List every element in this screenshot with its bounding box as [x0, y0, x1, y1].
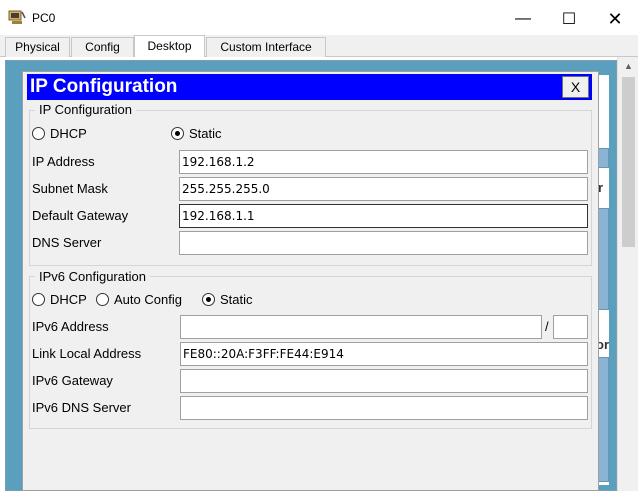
- ipv6-address-field[interactable]: [180, 315, 542, 339]
- default-gateway-field[interactable]: 192.168.1.1: [179, 204, 588, 228]
- tab-custom-interface[interactable]: Custom Interface: [206, 37, 326, 57]
- close-icon: ✕: [607, 8, 623, 29]
- scroll-thumb[interactable]: [622, 77, 635, 247]
- tab-desktop[interactable]: Desktop: [134, 35, 205, 58]
- subnet-mask-label: Subnet Mask: [32, 181, 108, 196]
- ipv6-prefix-field[interactable]: [553, 315, 588, 339]
- radio-checked-icon: [202, 293, 215, 306]
- radio-label: Auto Config: [114, 292, 182, 307]
- radio-label: DHCP: [50, 292, 87, 307]
- pc-app-icon: [8, 10, 26, 24]
- ipv4-static-radio[interactable]: Static: [171, 126, 222, 141]
- minimize-icon: —: [515, 10, 531, 27]
- dialog-title: IP Configuration: [30, 76, 178, 97]
- vertical-scrollbar[interactable]: ▲: [617, 57, 638, 491]
- radio-label: Static: [189, 126, 222, 141]
- ip-address-label: IP Address: [32, 154, 95, 169]
- ipv4-dhcp-radio[interactable]: DHCP: [32, 126, 87, 141]
- ip-address-field[interactable]: 192.168.1.2: [179, 150, 588, 174]
- scroll-up-arrow-icon[interactable]: ▲: [618, 57, 638, 75]
- radio-label: Static: [220, 292, 253, 307]
- radio-unchecked-icon: [32, 293, 45, 306]
- ipv6-dns-server-field[interactable]: [180, 396, 588, 420]
- ipv6-dns-server-label: IPv6 DNS Server: [32, 400, 131, 415]
- maximize-button[interactable]: ☐: [546, 5, 592, 33]
- link-local-address-field[interactable]: FE80::20A:F3FF:FE44:E914: [180, 342, 588, 366]
- ipv6-gateway-label: IPv6 Gateway: [32, 373, 113, 388]
- maximize-icon: ☐: [561, 11, 577, 28]
- ipv6-auto-config-radio[interactable]: Auto Config: [96, 292, 182, 307]
- minimize-button[interactable]: —: [500, 5, 546, 33]
- radio-unchecked-icon: [96, 293, 109, 306]
- subnet-mask-field[interactable]: 255.255.255.0: [179, 177, 588, 201]
- radio-unchecked-icon: [32, 127, 45, 140]
- ipv6-group-legend: IPv6 Configuration: [35, 269, 150, 284]
- ipv6-gateway-field[interactable]: [180, 369, 588, 393]
- radio-checked-icon: [171, 127, 184, 140]
- tab-physical[interactable]: Physical: [5, 37, 70, 57]
- ipv6-static-radio[interactable]: Static: [202, 292, 253, 307]
- dialog-close-button[interactable]: X: [562, 76, 589, 98]
- ipv6-address-label: IPv6 Address: [32, 319, 109, 334]
- dns-server-field[interactable]: [179, 231, 588, 255]
- link-local-address-label: Link Local Address: [32, 346, 142, 361]
- radio-label: DHCP: [50, 126, 87, 141]
- prefix-separator: /: [545, 319, 549, 334]
- dns-server-label: DNS Server: [32, 235, 102, 250]
- tab-strip: Physical Config Desktop Custom Interface: [0, 35, 638, 58]
- ipv6-dhcp-radio[interactable]: DHCP: [32, 292, 87, 307]
- window-title: PC0: [32, 11, 56, 25]
- ipv4-group-legend: IP Configuration: [35, 102, 136, 117]
- tab-config[interactable]: Config: [71, 37, 134, 57]
- window-title-bar: PC0 — ☐ ✕: [0, 0, 638, 38]
- default-gateway-label: Default Gateway: [32, 208, 129, 223]
- close-window-button[interactable]: ✕: [592, 5, 638, 33]
